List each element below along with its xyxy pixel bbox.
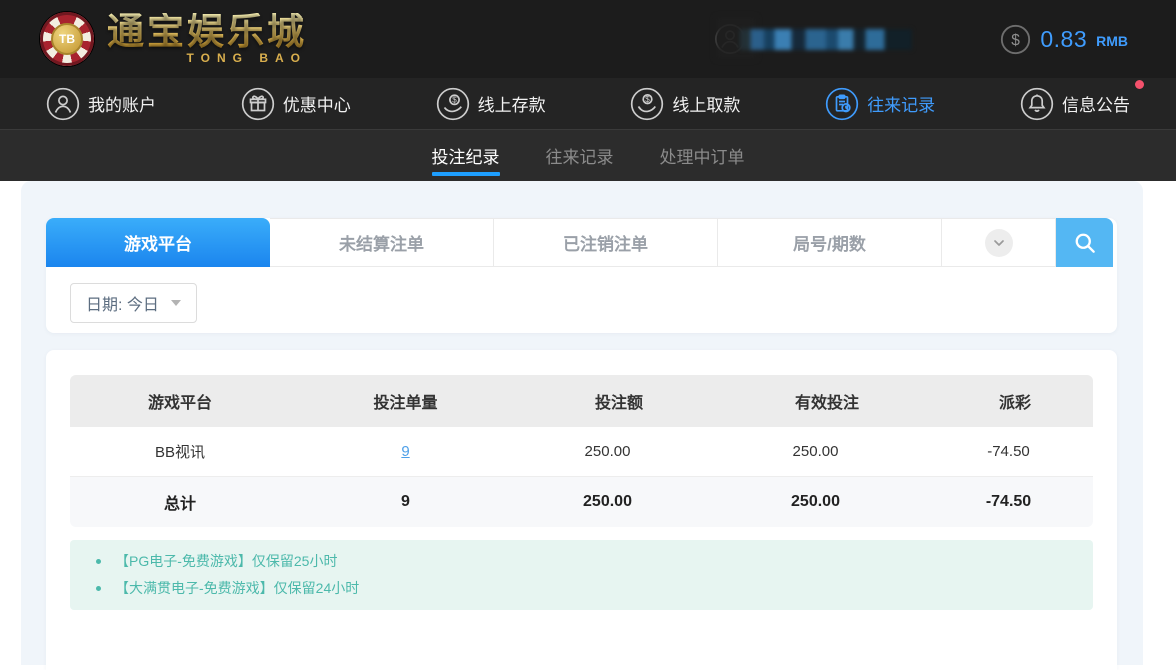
filter-tab-label: 未结算注单: [339, 235, 424, 254]
brand-name-cn: 通宝娱乐城: [107, 11, 307, 52]
table-row: BB视讯 9 250.00 250.00 -74.50: [70, 427, 1093, 477]
promotions-gift-icon: [241, 87, 274, 120]
dollar-coin-icon: $: [1001, 24, 1031, 54]
filter-expand-button[interactable]: [942, 218, 1056, 267]
subnav-label: 投注纪录: [431, 148, 500, 167]
balance-amount: 0.83: [1040, 25, 1088, 52]
note-item: 【大满贯电子-免费游戏】仅保留24小时: [70, 575, 1093, 602]
chip-monogram: TB: [51, 23, 83, 55]
cell-bet-count: 9: [290, 427, 521, 477]
user-profile[interactable]: [714, 17, 913, 59]
subnav-tab-transaction-records[interactable]: 往来记录: [546, 130, 614, 181]
content-container: 游戏平台 未结算注单 已注销注单 局号/期数 日期: 今日 游戏平台 投注单量 …: [21, 181, 1143, 670]
bets-summary-table: 游戏平台 投注单量 投注额 有效投注 派彩 BB视讯 9 250.00 250.…: [70, 375, 1093, 527]
nav-label: 信息公告: [1061, 96, 1130, 115]
total-label: 总计: [70, 477, 290, 527]
results-card: 游戏平台 投注单量 投注额 有效投注 派彩 BB视讯 9 250.00 250.…: [46, 350, 1117, 670]
filter-tab-unsettled-bets[interactable]: 未结算注单: [270, 218, 494, 267]
user-account-icon: [46, 87, 80, 120]
subnav-tab-processing-orders[interactable]: 处理中订单: [660, 130, 745, 181]
cell-payout: -74.50: [937, 427, 1093, 477]
note-text: 【大满贯电子-免费游戏】仅保留24小时: [115, 580, 360, 596]
filter-tab-label: 已注销注单: [563, 235, 648, 254]
announcement-bell-icon: [1020, 87, 1054, 120]
nav-item-records[interactable]: 往来记录: [825, 87, 935, 121]
subnav-label: 往来记录: [545, 148, 614, 167]
filter-tab-bar: 游戏平台 未结算注单 已注销注单 局号/期数: [46, 218, 1117, 267]
balance-currency: RMB: [1096, 33, 1128, 49]
search-button[interactable]: [1056, 218, 1113, 267]
poker-chip-logo-icon: TB: [40, 12, 94, 66]
bet-count-link[interactable]: 9: [401, 443, 409, 460]
nav-item-deposit[interactable]: $ 线上存款: [436, 87, 546, 121]
nav-item-withdraw[interactable]: $ 线上取款: [630, 87, 740, 121]
brand-text: 通宝娱乐城 TONG BAO: [107, 13, 307, 65]
filter-tab-label: 游戏平台: [124, 235, 192, 254]
cell-platform: BB视讯: [70, 427, 290, 477]
bullet-icon: [96, 586, 101, 591]
nav-item-promotions[interactable]: 优惠中心: [241, 87, 351, 121]
filter-tab-label: 局号/期数: [793, 235, 866, 254]
note-item: 【PG电子-免费游戏】仅保留25小时: [70, 548, 1093, 575]
svg-text:$: $: [1012, 31, 1021, 48]
total-bet-amount: 250.00: [521, 477, 717, 527]
sub-nav: 投注纪录 往来记录 处理中订单: [0, 130, 1176, 181]
subnav-label: 处理中订单: [659, 148, 745, 167]
cell-bet-amount: 250.00: [521, 427, 717, 477]
subnav-tab-bet-records[interactable]: 投注纪录: [432, 130, 500, 181]
date-filter-dropdown[interactable]: 日期: 今日: [70, 283, 197, 323]
page-content: 游戏平台 未结算注单 已注销注单 局号/期数 日期: 今日 游戏平台 投注单量 …: [0, 181, 1176, 670]
brand-name-en: TONG BAO: [186, 51, 307, 65]
chevron-down-icon: [984, 228, 1013, 257]
user-area: $ 0.83 RMB: [714, 17, 1128, 59]
online-withdraw-icon: $: [631, 87, 664, 120]
nav-label: 优惠中心: [282, 96, 351, 115]
notification-dot: [1134, 79, 1144, 89]
caret-down-icon: [170, 300, 181, 306]
main-nav: 我的账户 优惠中心 $ 线上存款 $ 线上取款 往来记录 信息公告: [0, 78, 1176, 130]
total-payout: -74.50: [937, 477, 1093, 527]
table-total-row: 总计 9 250.00 250.00 -74.50: [70, 477, 1093, 527]
filter-card-body: 日期: 今日: [46, 267, 1117, 333]
online-deposit-icon: $: [436, 87, 469, 120]
bullet-icon: [96, 559, 101, 564]
nav-label: 我的账户: [88, 96, 156, 115]
col-valid-bet: 有效投注: [717, 375, 937, 427]
nav-label: 往来记录: [867, 96, 936, 115]
filter-card: 游戏平台 未结算注单 已注销注单 局号/期数 日期: 今日: [46, 218, 1117, 333]
total-bet-count: 9: [290, 477, 521, 527]
blurred-username: [740, 28, 913, 50]
retention-notes: 【PG电子-免费游戏】仅保留25小时 【大满贯电子-免费游戏】仅保留24小时: [70, 540, 1093, 610]
col-game-platform: 游戏平台: [70, 375, 290, 427]
date-filter-label: 日期: 今日: [86, 297, 159, 314]
table-header-row: 游戏平台 投注单量 投注额 有效投注 派彩: [70, 375, 1093, 427]
nav-item-announcements[interactable]: 信息公告: [1020, 79, 1144, 121]
total-valid-bet: 250.00: [717, 477, 937, 527]
top-bar: TB 通宝娱乐城 TONG BAO $ 0.83 RMB: [0, 0, 1176, 78]
nav-label: 线上取款: [672, 96, 741, 115]
search-icon: [1075, 233, 1095, 253]
filter-tab-game-platform[interactable]: 游戏平台: [46, 218, 270, 267]
transaction-records-icon: [826, 87, 859, 120]
site-logo[interactable]: TB 通宝娱乐城 TONG BAO: [40, 12, 307, 66]
col-bet-amount: 投注额: [521, 375, 717, 427]
nav-item-my-account[interactable]: 我的账户: [46, 87, 156, 121]
filter-tab-cancelled-bets[interactable]: 已注销注单: [494, 218, 718, 267]
col-bet-count: 投注单量: [290, 375, 521, 427]
balance-display: $ 0.83 RMB: [1000, 24, 1128, 55]
filter-tab-round-number[interactable]: 局号/期数: [718, 218, 942, 267]
note-text: 【PG电子-免费游戏】仅保留25小时: [115, 553, 338, 569]
cell-valid-bet: 250.00: [717, 427, 937, 477]
svg-text:$: $: [452, 95, 457, 104]
svg-text:$: $: [646, 94, 651, 103]
nav-label: 线上存款: [477, 96, 546, 115]
col-payout: 派彩: [937, 375, 1093, 427]
